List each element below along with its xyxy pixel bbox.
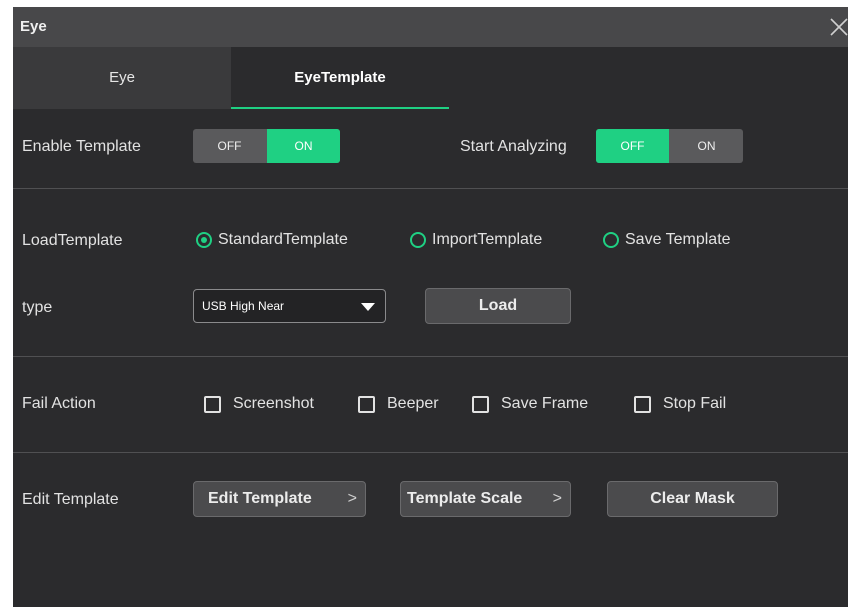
tab-eye[interactable]: Eye: [13, 47, 231, 109]
enable-template-on[interactable]: ON: [267, 129, 340, 163]
clear-mask-button[interactable]: Clear Mask: [607, 481, 778, 517]
divider: [13, 188, 848, 189]
chevron-right-icon: >: [347, 490, 357, 507]
radio-unselected-icon: [603, 232, 619, 248]
type-select[interactable]: USB High Near: [193, 289, 386, 323]
tab-eye-template[interactable]: EyeTemplate: [231, 47, 449, 109]
radio-save-template[interactable]: Save Template: [603, 231, 731, 249]
enable-template-off[interactable]: OFF: [193, 129, 266, 163]
tab-eye-template-label: EyeTemplate: [294, 69, 386, 86]
fail-action-label: Fail Action: [22, 395, 96, 412]
radio-import-template[interactable]: ImportTemplate: [410, 231, 542, 249]
radio-selected-icon: [196, 232, 212, 248]
checkbox-icon: [204, 395, 221, 413]
checkbox-stop-fail[interactable]: Stop Fail: [634, 395, 726, 413]
checkbox-beeper[interactable]: Beeper: [358, 395, 439, 413]
tab-eye-label: Eye: [109, 69, 135, 86]
radio-standard-template-label: StandardTemplate: [218, 231, 348, 248]
load-button[interactable]: Load: [425, 288, 571, 324]
enable-template-toggle[interactable]: OFF ON: [193, 129, 340, 163]
dropdown-arrow-icon: [361, 303, 375, 311]
edit-template-button[interactable]: Edit Template >: [193, 481, 366, 517]
checkbox-screenshot-label: Screenshot: [233, 395, 314, 412]
eye-dialog: Eye Eye EyeTemplate Enable Template OFF …: [13, 7, 848, 607]
load-template-label: LoadTemplate: [22, 232, 123, 249]
checkbox-screenshot[interactable]: Screenshot: [204, 395, 314, 413]
checkbox-beeper-label: Beeper: [387, 395, 439, 412]
start-analyzing-on[interactable]: ON: [670, 129, 743, 163]
radio-save-template-label: Save Template: [625, 231, 731, 248]
divider: [13, 452, 848, 453]
checkbox-icon: [634, 395, 651, 413]
divider: [13, 356, 848, 357]
edit-template-button-label: Edit Template: [208, 490, 312, 507]
edit-template-label: Edit Template: [22, 491, 119, 508]
checkbox-stop-fail-label: Stop Fail: [663, 395, 727, 412]
type-select-value: USB High Near: [202, 299, 285, 313]
tab-bar: Eye EyeTemplate: [13, 47, 848, 109]
checkbox-icon: [358, 395, 375, 413]
type-label: type: [22, 299, 53, 316]
start-analyzing-toggle[interactable]: OFF ON: [596, 129, 743, 163]
radio-unselected-icon: [410, 232, 426, 248]
checkbox-save-frame-label: Save Frame: [501, 395, 589, 412]
load-button-label: Load: [478, 297, 518, 314]
checkbox-save-frame[interactable]: Save Frame: [472, 395, 588, 413]
checkbox-icon: [472, 395, 489, 413]
template-scale-button[interactable]: Template Scale >: [400, 481, 571, 517]
start-analyzing-off[interactable]: OFF: [596, 129, 669, 163]
chevron-right-icon: >: [552, 490, 562, 507]
title-bar: Eye: [13, 7, 848, 47]
template-scale-button-label: Template Scale: [407, 490, 523, 507]
start-analyzing-label: Start Analyzing: [460, 138, 567, 155]
close-icon[interactable]: [828, 16, 848, 38]
enable-template-label: Enable Template: [22, 138, 141, 155]
clear-mask-button-label: Clear Mask: [650, 490, 735, 507]
radio-standard-template[interactable]: StandardTemplate: [196, 231, 348, 249]
dialog-title: Eye: [20, 18, 47, 35]
active-tab-indicator: [231, 107, 449, 109]
radio-import-template-label: ImportTemplate: [432, 231, 543, 248]
